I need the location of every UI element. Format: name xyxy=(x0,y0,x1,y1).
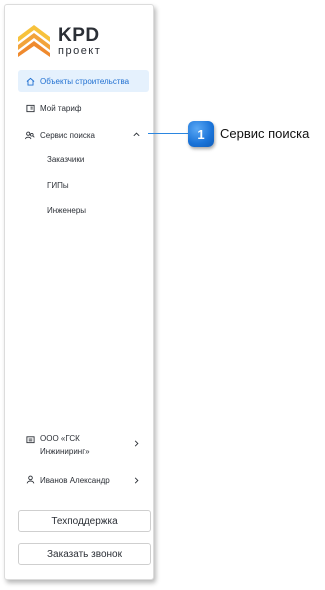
callout-label: Сервис поиска xyxy=(220,126,310,141)
request-callback-button[interactable]: Заказать звонок xyxy=(18,543,151,565)
chevron-right-icon xyxy=(134,477,139,484)
callout-number-badge: 1 xyxy=(188,121,214,147)
support-button[interactable]: Техподдержка xyxy=(18,510,151,532)
brand-logo[interactable]: KPD проект xyxy=(18,23,108,61)
user-profile[interactable]: Иванов Александр xyxy=(18,474,149,487)
nav-item-label: Сервис поиска xyxy=(40,130,95,140)
nav-item-label: Объекты строительства xyxy=(40,76,130,86)
tariff-icon xyxy=(25,103,35,113)
company-name: ООО «ГСК Инжиниринг» xyxy=(40,434,90,456)
company-icon xyxy=(25,434,35,444)
subnav-item-chief-engineers[interactable]: ГИПы xyxy=(47,181,69,190)
chevron-right-icon xyxy=(134,440,139,447)
search-people-icon xyxy=(25,130,35,140)
user-icon xyxy=(25,474,35,484)
home-icon xyxy=(25,76,35,86)
user-name: Иванов Александр xyxy=(40,476,110,485)
chevron-up-icon[interactable] xyxy=(132,130,141,139)
nav-item-label: Мой тариф xyxy=(40,103,82,113)
sidebar-panel: KPD проект Объекты строительства Мой тар… xyxy=(4,4,154,580)
nav-item-search-service[interactable]: Сервис поиска xyxy=(18,124,149,146)
subnav-item-engineers[interactable]: Инженеры xyxy=(47,206,86,215)
callout-connector-line xyxy=(148,133,192,134)
logo-subtitle-text: проект xyxy=(58,45,102,57)
company-selector[interactable]: ООО «ГСК Инжиниринг» xyxy=(18,432,149,458)
nav-item-construction-objects[interactable]: Объекты строительства xyxy=(18,70,149,92)
nav-item-my-tariff[interactable]: Мой тариф xyxy=(18,97,149,119)
logo-chevrons-icon xyxy=(18,25,50,57)
subnav-item-customers[interactable]: Заказчики xyxy=(47,155,84,164)
logo-brand-text: KPD xyxy=(58,25,100,46)
